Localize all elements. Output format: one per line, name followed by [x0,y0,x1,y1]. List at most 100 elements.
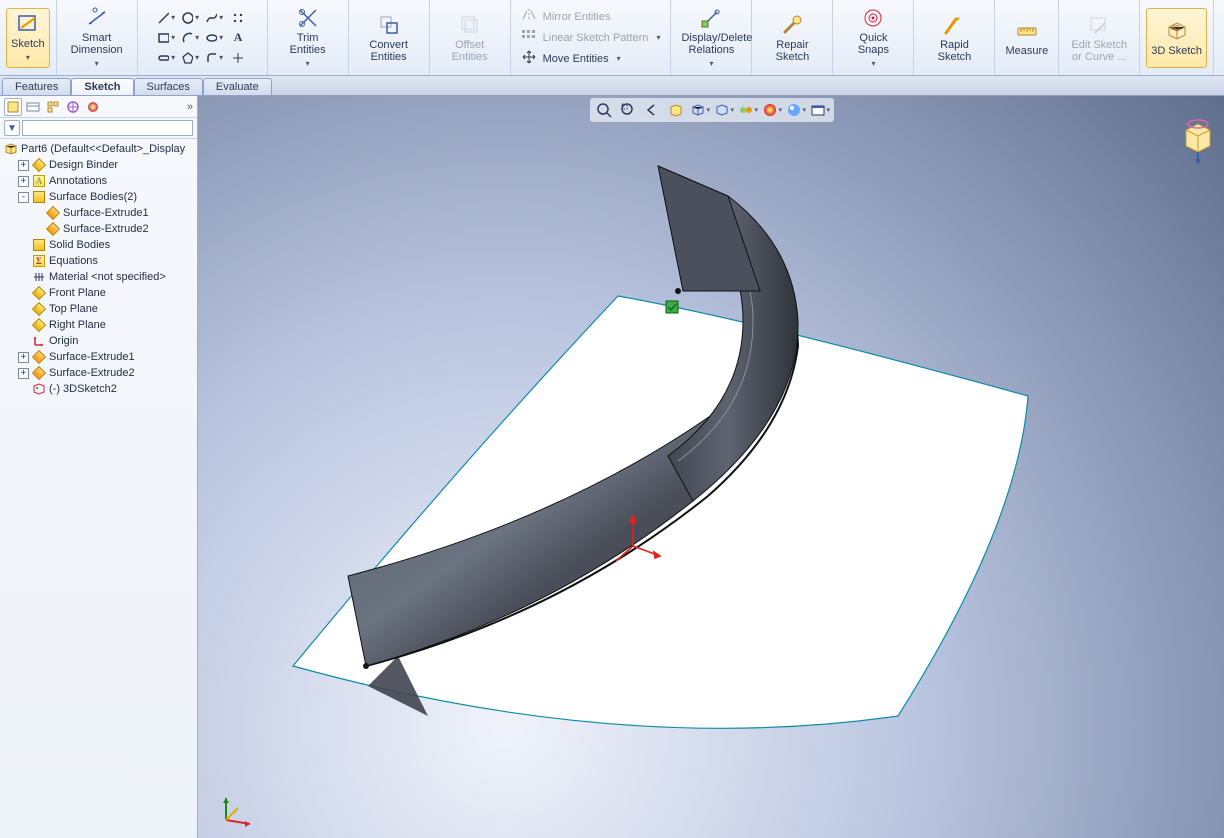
tree-top-plane[interactable]: Top Plane [16,301,197,317]
3d-viewport[interactable] [198,96,1224,838]
prev-view-icon[interactable] [642,100,662,120]
tree-design-binder[interactable]: + Design Binder [16,157,197,173]
render-tab-icon[interactable] [84,98,102,116]
sketch-label: Sketch [11,38,45,50]
display-relations-button[interactable]: Display/Delete Relations ▾ [677,4,745,72]
dropdown-arrow-icon[interactable]: ▾ [26,52,30,64]
trim-entities-button[interactable]: Trim Entities ▾ [274,4,342,72]
filter-row: ▼ [0,118,197,139]
fillet-tool-icon[interactable] [205,49,223,67]
dropdown-arrow-icon[interactable]: ▾ [871,58,875,70]
view-settings-icon[interactable] [810,100,830,120]
display-style-icon[interactable] [714,100,734,120]
tab-surfaces[interactable]: Surfaces [134,78,203,95]
mirror-entities-button: Mirror Entities [517,7,665,26]
3d-sketch-button[interactable]: 3D 3D Sketch [1146,8,1207,68]
convert-entities-button[interactable]: Convert Entities [355,8,423,68]
rapid-sketch-button[interactable]: Rapid Sketch [920,8,988,68]
slot-tool-icon[interactable] [157,49,175,67]
appearance-icon[interactable] [762,100,782,120]
ribbon-group-repair: Repair Sketch [752,0,833,75]
expand-icon[interactable]: + [18,368,29,379]
offset-icon [458,13,482,37]
rectangle-tool-icon[interactable] [157,29,175,47]
dimxpert-tab-icon[interactable] [64,98,82,116]
repair-sketch-button[interactable]: Repair Sketch [758,8,826,68]
equations-icon: Σ [32,254,46,268]
tree-surface-extrude2-body[interactable]: Surface-Extrude2 [30,221,197,237]
circle-tool-icon[interactable] [181,9,199,27]
plane-icon [32,302,46,316]
feature-tree-tab-icon[interactable] [4,98,22,116]
dropdown-arrow-icon[interactable]: ▾ [306,58,310,70]
sidebar-collapse-icon[interactable]: » [187,101,193,113]
expand-icon[interactable]: + [18,176,29,187]
quick-snaps-button[interactable]: Quick Snaps ▾ [839,4,907,72]
property-tab-icon[interactable] [24,98,42,116]
relation-marker[interactable] [666,301,678,313]
config-tab-icon[interactable] [44,98,62,116]
edit-sketch-button: Edit Sketch or Curve ... [1065,8,1133,68]
smart-dimension-button[interactable]: Smart Dimension ▾ [63,4,131,72]
part-icon [4,142,18,156]
text-tool-icon[interactable]: A [229,29,247,47]
dropdown-arrow-icon[interactable]: ▾ [95,58,99,70]
filter-input[interactable] [22,120,193,136]
tree-feature-extrude1[interactable]: + Surface-Extrude1 [16,349,197,365]
convert-label: Convert Entities [359,39,419,63]
ribbon-group-trim: Trim Entities ▾ [268,0,349,75]
collapse-icon[interactable]: - [18,192,29,203]
mirror-label: Mirror Entities [543,11,611,23]
tree-right-plane[interactable]: Right Plane [16,317,197,333]
tree-origin[interactable]: Origin [16,333,197,349]
scene-icon[interactable] [786,100,806,120]
ellipse-tool-icon[interactable] [205,29,223,47]
tree-equations[interactable]: Σ Equations [16,253,197,269]
filter-icon[interactable]: ▼ [4,120,20,136]
points-tool-icon[interactable] [229,9,247,27]
ribbon: Sketch ▾ Smart Dimension ▾ A [0,0,1224,76]
arc-tool-icon[interactable] [181,29,199,47]
expand-icon[interactable]: + [18,160,29,171]
hide-show-icon[interactable] [738,100,758,120]
zoom-area-icon[interactable] [618,100,638,120]
tree-surface-extrude1-body[interactable]: Surface-Extrude1 [30,205,197,221]
view-orientation-icon[interactable] [690,100,710,120]
line-tool-icon[interactable] [157,9,175,27]
tab-sketch[interactable]: Sketch [71,78,133,95]
binder-icon [32,158,46,172]
polygon-tool-icon[interactable] [181,49,199,67]
tree-root[interactable]: Part6 (Default<<Default>_Display [2,141,197,157]
sketch-button[interactable]: Sketch ▾ [6,8,50,68]
sketch-endpoint[interactable] [675,288,681,294]
context-gizmo[interactable] [1178,116,1218,166]
tree-annotations[interactable]: + A Annotations [16,173,197,189]
feature-tree[interactable]: Part6 (Default<<Default>_Display + Desig… [0,139,197,838]
tree-front-plane[interactable]: Front Plane [16,285,197,301]
section-view-icon[interactable] [666,100,686,120]
tree-3d-sketch[interactable]: (-) 3DSketch2 [16,381,197,397]
tree-surface-bodies[interactable]: - Surface Bodies(2) [16,189,197,205]
plane-icon [32,318,46,332]
expand-icon[interactable]: + [18,352,29,363]
edit-label: Edit Sketch or Curve ... [1069,39,1129,63]
solid-bodies-icon [32,238,46,252]
heads-up-toolbar [590,98,834,122]
sketch-endpoint[interactable] [363,663,369,669]
move-entities-button[interactable]: Move Entities [517,49,665,68]
point-tool-icon[interactable] [229,49,247,67]
tree-material[interactable]: Material <not specified> [16,269,197,285]
linear-pattern-icon [521,29,537,46]
3d-sketch-node-icon [32,382,46,396]
tab-features[interactable]: Features [2,78,71,95]
measure-button[interactable]: Measure [1001,8,1052,68]
spline-tool-icon[interactable] [205,9,223,27]
zoom-fit-icon[interactable] [594,100,614,120]
tab-evaluate[interactable]: Evaluate [203,78,272,95]
dropdown-arrow-icon[interactable]: ▾ [709,58,713,70]
tree-feature-extrude2[interactable]: + Surface-Extrude2 [16,365,197,381]
ribbon-group-pattern: Mirror Entities Linear Sketch Pattern Mo… [511,0,672,75]
surface-feature-icon [32,366,46,380]
tree-solid-bodies[interactable]: Solid Bodies [16,237,197,253]
material-icon [32,270,46,284]
